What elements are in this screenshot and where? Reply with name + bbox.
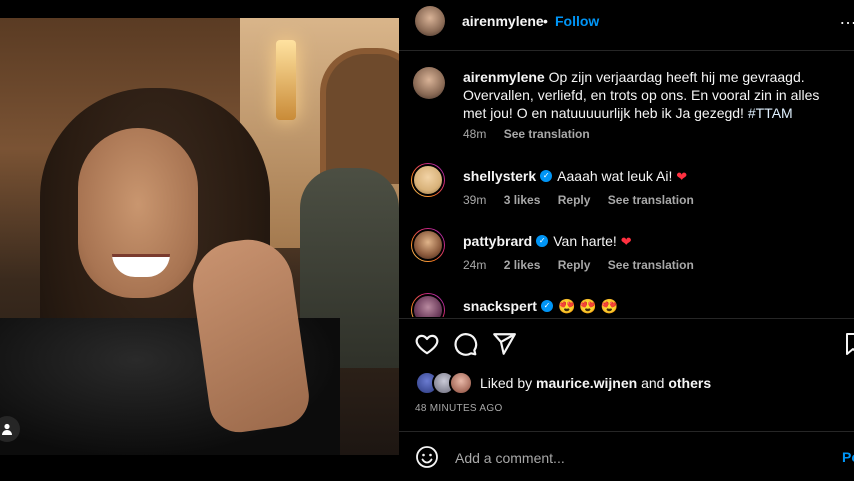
bookmark-icon[interactable] [845, 331, 854, 357]
reply-button[interactable]: Reply [558, 193, 591, 207]
post-sidebar: airenmylene • Follow … airenmylene Op zi… [399, 0, 854, 480]
liked-by-row: Liked by maurice.wijnen and others [415, 371, 711, 395]
author-avatar[interactable] [415, 6, 445, 36]
reply-button[interactable]: Reply [558, 258, 591, 272]
see-translation-button[interactable]: See translation [608, 193, 694, 207]
comment-meta: 39m 3 likes Reply See translation [463, 193, 708, 207]
share-paper-plane-icon[interactable] [491, 331, 517, 357]
caption-see-translation[interactable]: See translation [504, 127, 590, 141]
comment-text-block: pattybrard ✓ Van harte! ❤ [463, 232, 838, 251]
comment-username[interactable]: pattybrard [463, 233, 532, 249]
caption-time: 48m [463, 127, 487, 141]
liked-by-user[interactable]: maurice.wijnen [536, 375, 637, 391]
author-username[interactable]: airenmylene [462, 13, 544, 29]
post-header: airenmylene • Follow … [399, 0, 854, 51]
photo-arch [320, 48, 399, 184]
liked-by-text: Liked by maurice.wijnen and others [480, 375, 711, 391]
comment-avatar [412, 294, 444, 317]
comment-avatar-ring[interactable] [411, 293, 445, 317]
comment-text-block: snackspert ✓ 😍 😍 😍 [463, 297, 838, 315]
like-heart-icon[interactable] [414, 331, 440, 357]
caption-username[interactable]: airenmylene [463, 69, 545, 85]
comment-username[interactable]: shellysterk [463, 168, 536, 184]
caption-avatar[interactable] [413, 67, 445, 99]
comment-avatar-ring[interactable] [411, 163, 445, 197]
comment-time: 39m [463, 193, 487, 207]
comment-text: Van harte! [553, 233, 617, 249]
photo-lamp [276, 40, 296, 120]
post-photo[interactable] [0, 18, 399, 455]
post-actions: Liked by maurice.wijnen and others 48 MI… [399, 318, 854, 431]
liked-by-prefix: Liked by [480, 375, 533, 391]
top-strip [0, 0, 399, 18]
post-button[interactable]: Post [842, 449, 854, 465]
emoji-picker-icon[interactable] [415, 445, 439, 469]
comment-avatar [412, 229, 444, 261]
heart-emoji-icon: ❤ [676, 169, 688, 184]
comments-list[interactable]: airenmylene Op zijn verjaardag heeft hij… [399, 51, 854, 317]
comment-bubble-icon[interactable] [452, 331, 478, 357]
heart-emoji-icon: ❤ [620, 234, 632, 249]
liked-by-others[interactable]: others [668, 375, 711, 391]
caption-meta: 48m See translation [463, 127, 604, 141]
follow-button[interactable]: Follow [555, 13, 599, 29]
header-separator: • [543, 13, 548, 29]
verified-badge-icon: ✓ [540, 300, 553, 313]
comment-text: Aaaah wat leuk Ai! [557, 168, 673, 184]
comment-text: 😍 😍 😍 [557, 298, 619, 314]
comment-time: 24m [463, 258, 487, 272]
verified-badge-icon: ✓ [540, 170, 553, 183]
more-options-icon[interactable]: … [839, 8, 854, 29]
comment-composer: Post [399, 431, 854, 481]
liker-avatar[interactable] [449, 371, 473, 395]
verified-badge-icon: ✓ [536, 235, 549, 248]
comment-avatar-ring[interactable] [411, 228, 445, 262]
comment-input[interactable] [453, 445, 807, 471]
comment-text-block: shellysterk ✓ Aaaah wat leuk Ai! ❤ [463, 167, 838, 186]
caption-text-block: airenmylene Op zijn verjaardag heeft hij… [463, 68, 838, 122]
comment-meta: 24m 2 likes Reply See translation [463, 258, 708, 272]
bottom-strip [0, 455, 399, 480]
post-timestamp[interactable]: 48 MINUTES AGO [415, 403, 503, 414]
comment-avatar [412, 164, 444, 196]
caption-hashtag[interactable]: #TTAM [748, 105, 793, 121]
comment-likes[interactable]: 3 likes [504, 193, 541, 207]
comment-username[interactable]: snackspert [463, 298, 537, 314]
liked-by-and: and [641, 375, 665, 391]
comment-likes[interactable]: 2 likes [504, 258, 541, 272]
see-translation-button[interactable]: See translation [608, 258, 694, 272]
